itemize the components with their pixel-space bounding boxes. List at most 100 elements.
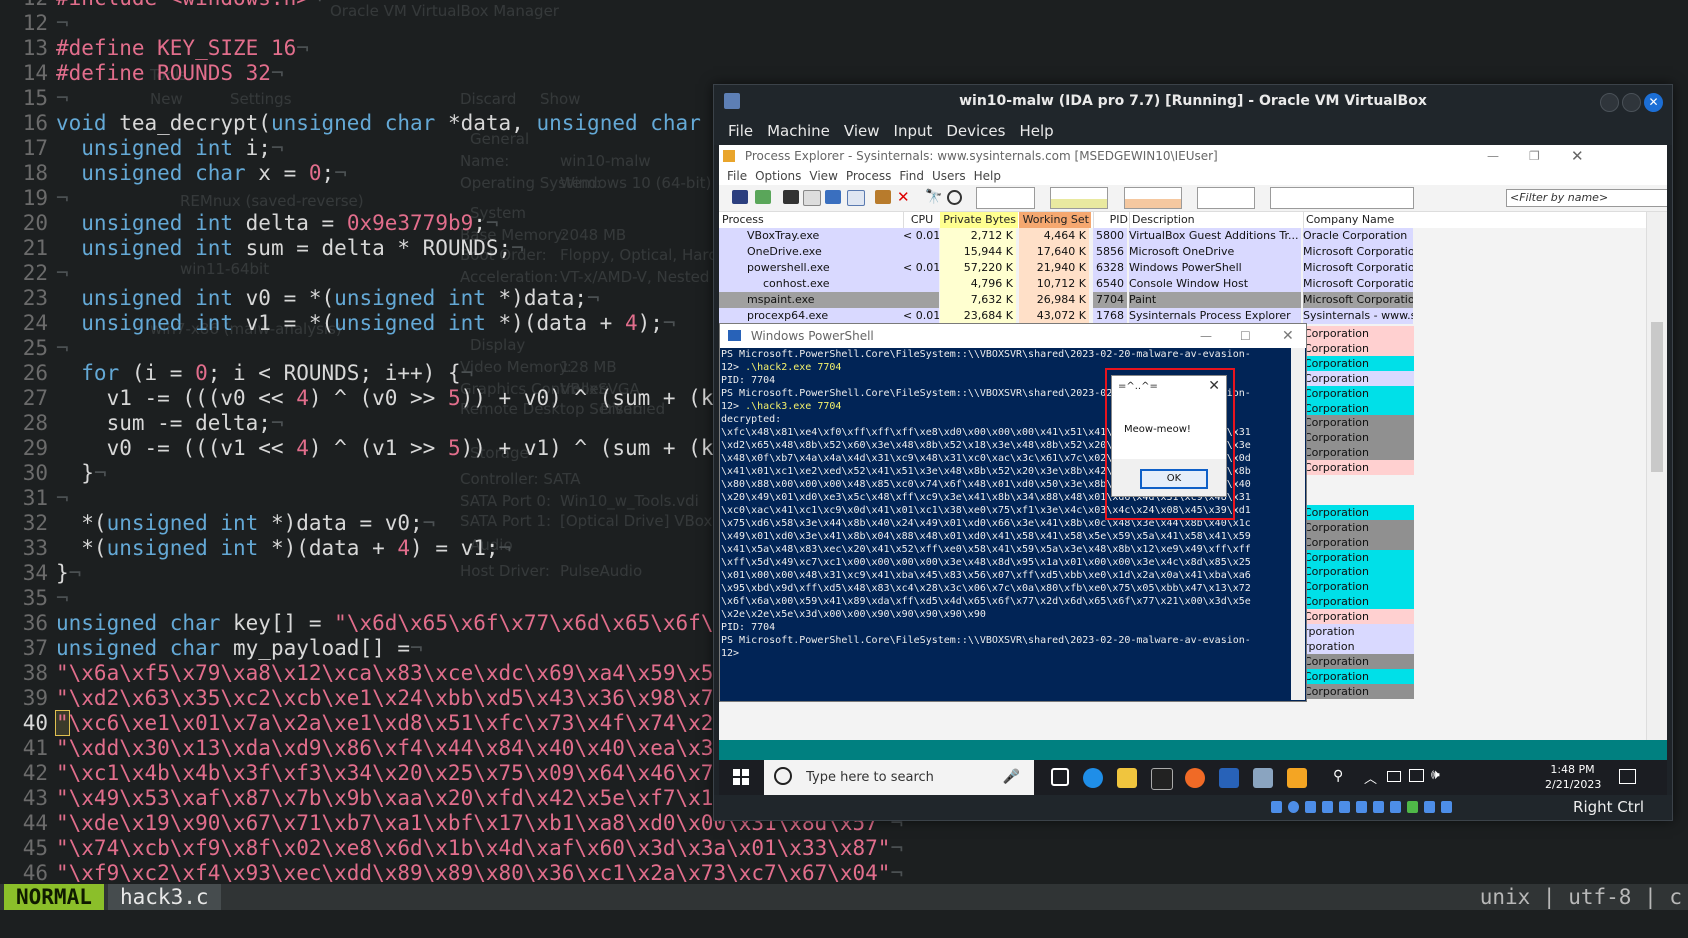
menu-view[interactable]: View bbox=[809, 167, 837, 185]
keyboard-status-icon[interactable] bbox=[1441, 801, 1452, 813]
tray-chevron-icon[interactable]: ︿ bbox=[1364, 768, 1377, 787]
menu-find[interactable]: Find bbox=[899, 167, 924, 185]
dialog-close-icon[interactable]: ✕ bbox=[1208, 378, 1220, 394]
window-icon[interactable] bbox=[825, 190, 841, 204]
col-description[interactable]: Description bbox=[1129, 212, 1302, 228]
crosshair-icon[interactable] bbox=[947, 190, 962, 205]
edge-icon[interactable] bbox=[1083, 768, 1103, 788]
vim-command-line[interactable] bbox=[0, 910, 1688, 938]
process-explorer-window[interactable]: Process Explorer - Sysinternals: www.sys… bbox=[719, 145, 1667, 740]
filter-by-name-input[interactable]: <Filter by name> bbox=[1506, 189, 1667, 207]
save-icon[interactable] bbox=[732, 190, 748, 204]
people-icon[interactable]: ⚲ bbox=[1333, 768, 1343, 784]
menu-help[interactable]: Help bbox=[1019, 117, 1053, 145]
process-row[interactable]: OneDrive.exe 15,944 K 17,640 K 5856 Microsof… bbox=[719, 244, 1667, 260]
code-line[interactable]: 12 #include <windows.h>¬ bbox=[0, 0, 1688, 11]
hdd-status-icon[interactable] bbox=[1271, 801, 1282, 813]
audio-status-icon[interactable] bbox=[1305, 801, 1316, 813]
menu-devices[interactable]: Devices bbox=[946, 117, 1005, 145]
properties-icon[interactable] bbox=[803, 190, 821, 206]
paint-taskbar-icon[interactable] bbox=[1287, 768, 1307, 788]
menu-process[interactable]: Process bbox=[846, 167, 892, 185]
close-button[interactable]: ✕ bbox=[1644, 93, 1663, 112]
cpu-graph[interactable] bbox=[976, 187, 1035, 209]
vt-status-icon[interactable] bbox=[1407, 801, 1418, 813]
ok-button[interactable]: OK bbox=[1140, 469, 1208, 489]
system-info-icon[interactable] bbox=[783, 190, 799, 204]
shared-folders-status-icon[interactable] bbox=[1356, 801, 1367, 813]
kill-process-icon[interactable]: ✕ bbox=[897, 190, 913, 205]
recording-status-icon[interactable] bbox=[1390, 801, 1401, 813]
col-pid[interactable]: PID bbox=[1093, 212, 1130, 228]
network-icon[interactable] bbox=[1409, 769, 1424, 782]
virtualbox-window[interactable]: win10-malw (IDA pro 7.7) [Running] - Ora… bbox=[713, 84, 1673, 821]
menu-file[interactable]: File bbox=[727, 167, 747, 185]
close-icon[interactable]: ✕ bbox=[1282, 324, 1294, 348]
process-table-scrollbar[interactable] bbox=[1646, 212, 1667, 740]
process-row[interactable]: mspaint.exe 7,632 K 26,984 K 7704 Paint Micro… bbox=[719, 292, 1667, 308]
optical-status-icon[interactable] bbox=[1288, 801, 1299, 813]
process-row[interactable]: VBoxTray.exe < 0.01 2,712 K 4,464 K 5800 Virt… bbox=[719, 228, 1667, 244]
menu-view[interactable]: View bbox=[844, 117, 880, 145]
menu-help[interactable]: Help bbox=[974, 167, 1001, 185]
menu-users[interactable]: Users bbox=[932, 167, 966, 185]
code-line[interactable]: 12 ¬ bbox=[0, 11, 1688, 36]
maximize-icon[interactable]: ☐ bbox=[1240, 324, 1251, 348]
powershell-scrollbar[interactable] bbox=[1291, 348, 1305, 700]
terminal-icon[interactable] bbox=[1151, 768, 1173, 790]
menu-options[interactable]: Options bbox=[755, 167, 801, 185]
code-line[interactable]: 13 #define KEY_SIZE 16¬ bbox=[0, 36, 1688, 61]
taskbar-clock[interactable]: 1:48 PM 2/21/2023 bbox=[1545, 762, 1601, 792]
line-number: 25 bbox=[22, 336, 48, 360]
commit-graph[interactable] bbox=[1050, 187, 1108, 209]
process-explorer-taskbar-icon[interactable] bbox=[1253, 768, 1273, 788]
physical-memory-graph[interactable] bbox=[1124, 187, 1182, 209]
find-icon[interactable]: 🔭 bbox=[925, 190, 942, 204]
minimize-button[interactable] bbox=[1600, 93, 1619, 112]
minimize-icon[interactable]: — bbox=[1487, 145, 1499, 167]
meow-message-box[interactable]: =^..^= ✕ Meow-meow! OK bbox=[1111, 375, 1227, 497]
process-explorer-titlebar[interactable]: Process Explorer - Sysinternals: www.sys… bbox=[719, 145, 1667, 167]
col-working-set[interactable]: Working Set bbox=[1019, 212, 1091, 228]
file-explorer-icon[interactable] bbox=[1117, 768, 1137, 788]
firefox-icon[interactable] bbox=[1185, 768, 1205, 788]
refresh-icon[interactable] bbox=[755, 190, 771, 204]
code-line[interactable]: 46 "\xf9\xc2\xf4\x93\xec\xdd\x89\x89\x80\… bbox=[0, 861, 1688, 886]
restore-icon[interactable]: ❐ bbox=[1529, 145, 1540, 167]
menu-machine[interactable]: Machine bbox=[767, 117, 830, 145]
col-cpu[interactable]: CPU bbox=[903, 212, 940, 228]
task-view-icon[interactable] bbox=[1051, 768, 1069, 786]
taskbar-search-box[interactable]: Type here to search 🎤 bbox=[764, 760, 1034, 795]
mouse-integration-icon[interactable] bbox=[1424, 801, 1435, 813]
process-row[interactable]: conhost.exe 4,796 K 10,712 K 6540 Console Wi… bbox=[719, 276, 1667, 292]
guest-screen[interactable]: Process Explorer - Sysinternals: www.sys… bbox=[719, 145, 1667, 795]
notifications-icon[interactable] bbox=[1619, 769, 1636, 784]
io-graph[interactable] bbox=[1197, 187, 1255, 209]
windows-start-icon[interactable] bbox=[733, 769, 749, 785]
virtualbox-titlebar[interactable]: win10-malw (IDA pro 7.7) [Running] - Ora… bbox=[714, 85, 1672, 117]
close-icon[interactable]: ✕ bbox=[1571, 145, 1584, 167]
process-row[interactable]: procexp64.exe < 0.01 23,684 K 43,072 K 1768 S… bbox=[719, 308, 1667, 324]
col-process[interactable]: Process bbox=[722, 212, 902, 228]
maximize-button[interactable] bbox=[1622, 93, 1641, 112]
display-status-icon[interactable] bbox=[1373, 801, 1384, 813]
network-status-icon[interactable] bbox=[1322, 801, 1333, 813]
menu-file[interactable]: File bbox=[728, 117, 753, 145]
minimize-icon[interactable]: — bbox=[1200, 324, 1212, 348]
usb-status-icon[interactable] bbox=[1339, 801, 1350, 813]
menu-input[interactable]: Input bbox=[894, 117, 933, 145]
dll-view-icon[interactable] bbox=[847, 190, 865, 206]
powershell-titlebar[interactable]: Windows PowerShell — ☐ ✕ bbox=[720, 324, 1306, 348]
microphone-icon[interactable]: 🎤 bbox=[1003, 760, 1020, 795]
code-line[interactable]: 14 #define ROUNDS 32¬ bbox=[0, 61, 1688, 86]
process-row[interactable]: powershell.exe < 0.01 57,220 K 21,940 K 6328… bbox=[719, 260, 1667, 276]
volume-icon[interactable]: 🕪 bbox=[1431, 767, 1440, 783]
code-line[interactable]: 45 "\x74\xcb\xf9\x8f\x02\xe8\x6d\x1b\x4d\… bbox=[0, 836, 1688, 861]
network-graph[interactable] bbox=[1270, 187, 1414, 209]
powershell-taskbar-icon[interactable] bbox=[1219, 768, 1239, 788]
col-company[interactable]: Company Name bbox=[1303, 212, 1416, 228]
col-private-bytes[interactable]: Private Bytes bbox=[940, 212, 1018, 228]
battery-icon[interactable] bbox=[1387, 771, 1401, 782]
target-icon[interactable] bbox=[875, 190, 891, 204]
scroll-thumb[interactable] bbox=[1651, 322, 1663, 472]
